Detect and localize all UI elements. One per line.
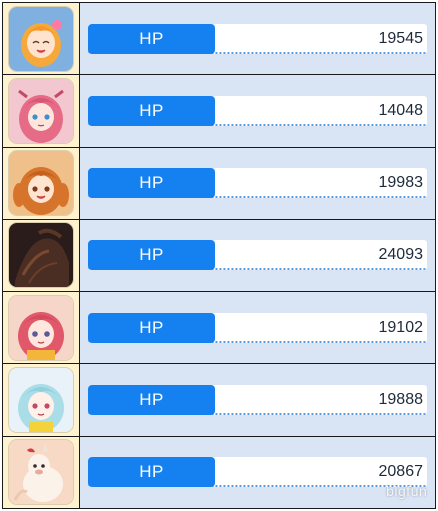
table-row: HP 19545: [3, 3, 435, 76]
hp-label: HP: [88, 23, 215, 54]
orange-hair-girl-avatar: [9, 6, 73, 71]
hp-label: HP: [88, 168, 215, 199]
hp-stat-bar: HP 24093: [88, 240, 427, 271]
hp-value: 24093: [378, 246, 424, 264]
hp-stat-bar: HP 19545: [88, 23, 427, 54]
avatar-cell: [3, 292, 80, 364]
avatar-cell: [3, 364, 80, 436]
avatar-cell: [3, 3, 80, 75]
stat-cell: HP 19545: [80, 3, 435, 75]
stat-cell: HP 19102: [80, 292, 435, 364]
avatar-cell: [3, 219, 80, 292]
light-blue-hair-girl-avatar: [9, 368, 73, 433]
hp-value: 19983: [378, 174, 424, 192]
hp-value: 14048: [378, 101, 424, 119]
avatar-cell: [3, 75, 80, 147]
hp-stat-bar: HP 14048: [88, 95, 427, 126]
hp-label: HP: [88, 95, 215, 126]
stat-cell: HP 19888: [80, 364, 435, 436]
table-row: HP 20867 bigfun: [3, 436, 435, 508]
stat-cell: HP 19983: [80, 147, 435, 219]
hp-label: HP: [88, 312, 215, 343]
table-row: HP 19983: [3, 147, 435, 220]
hp-value: 19888: [378, 391, 424, 409]
table-row: HP 19888: [3, 364, 435, 437]
red-hair-girl-avatar: [9, 295, 73, 360]
orange-pigtail-girl-avatar: [9, 151, 73, 216]
hp-value: 19545: [378, 29, 424, 47]
hp-stat-bar: HP 19888: [88, 385, 427, 416]
stat-cell: HP 24093: [80, 219, 435, 292]
hp-label: HP: [88, 240, 215, 271]
hp-value: 20867: [378, 463, 424, 481]
table-row: HP 19102: [3, 292, 435, 365]
bigfun-watermark: bigfun: [385, 484, 427, 500]
hp-stat-bar: HP 19983: [88, 168, 427, 199]
dark-creature-avatar: [9, 223, 73, 288]
pink-hair-girl-avatar: [9, 78, 73, 143]
hp-stats-table: HP 19545 HP 14048 HP 19983 HP 24093 HP 1…: [2, 2, 436, 509]
table-row: HP 14048: [3, 75, 435, 148]
avatar-cell: [3, 147, 80, 219]
hp-stat-bar: HP 19102: [88, 312, 427, 343]
hp-value: 19102: [378, 318, 424, 336]
table-row: HP 24093: [3, 219, 435, 293]
hp-label: HP: [88, 457, 215, 488]
avatar-cell: [3, 436, 80, 508]
alpaca-avatar: [9, 440, 73, 505]
hp-label: HP: [88, 385, 215, 416]
stat-cell: HP 14048: [80, 75, 435, 147]
hp-stat-bar: HP 20867: [88, 457, 427, 488]
stat-cell: HP 20867 bigfun: [80, 436, 435, 508]
